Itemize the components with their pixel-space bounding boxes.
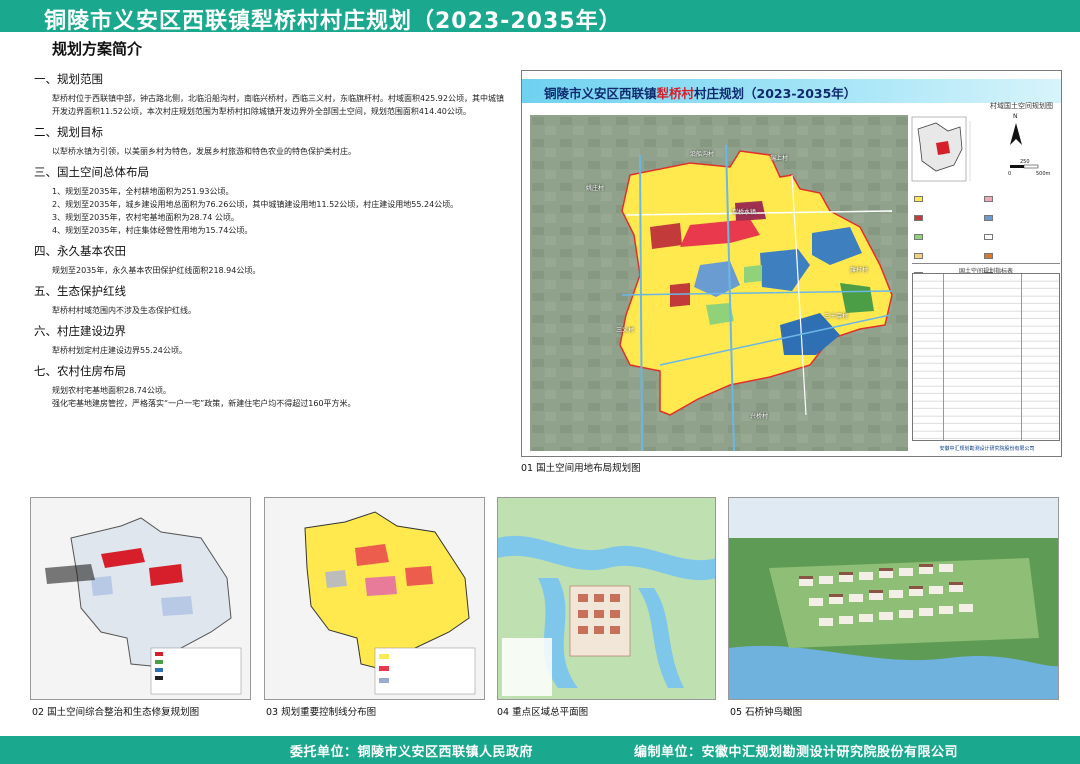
land-use-map-canvas: 沿船沟村 瑞上村 姚庄村 旗杆村 三义村 兴桥村 犁桥水镇 三十亩村 bbox=[530, 115, 908, 451]
legend-swatch bbox=[914, 196, 923, 202]
section-heading: 三、国土空间总体布局 bbox=[34, 165, 149, 179]
legend-swatch bbox=[914, 234, 923, 240]
legend-item bbox=[984, 214, 1054, 223]
section-body: 犁桥村位于西联镇中部，钟古路北侧，北临沿船沟村，南临兴桥村，西临三义村，东临旗杆… bbox=[52, 94, 504, 116]
legend-swatch bbox=[984, 234, 994, 240]
section-body: 1、规划至2035年，全村耕地面积为251.93公顷。 2、规划至2035年，城… bbox=[52, 187, 459, 235]
place-label: 沿船沟村 bbox=[690, 151, 715, 158]
section-body: 规划至2035年，永久基本农田保护红线面积218.94公顷。 bbox=[52, 266, 261, 275]
remediation-map-drawing bbox=[31, 498, 250, 699]
legend-item bbox=[914, 214, 984, 223]
legend-swatch bbox=[914, 215, 923, 221]
legend-item bbox=[914, 195, 984, 204]
land-use-map-drawing bbox=[530, 115, 908, 451]
map-footer-org: 安徽中汇规划勘测设计研究院股份有限公司 bbox=[939, 446, 1035, 452]
scale-end: 500m bbox=[1036, 171, 1051, 177]
thumb-aerial-view bbox=[728, 497, 1059, 700]
section-heading: 一、规划范围 bbox=[34, 72, 103, 86]
section-heading: 四、永久基本农田 bbox=[34, 244, 126, 258]
place-label: 姚庄村 bbox=[586, 185, 605, 192]
north-arrow-label: N bbox=[1013, 113, 1018, 120]
client-org: 委托单位：铜陵市义安区西联镇人民政府 bbox=[290, 745, 534, 760]
site-plan-drawing bbox=[498, 498, 715, 699]
section-heading: 五、生态保护红线 bbox=[34, 284, 126, 298]
footer-bar: 委托单位：铜陵市义安区西联镇人民政府 编制单位：安徽中汇规划勘测设计研究院股份有… bbox=[0, 736, 1080, 764]
map-header: 铜陵市义安区西联镇犁桥村村庄规划（2023-2035年） 村域国土空间规划图 bbox=[522, 71, 1061, 113]
title-bar: 铜陵市义安区西联镇犁桥村村庄规划（2023-2035年） bbox=[0, 0, 1080, 34]
scale-start: 0 bbox=[1008, 171, 1012, 177]
section-body: 规划农村宅基地面积28.74公顷。 强化宅基地建房管控，严格落实“一户一宅”政策… bbox=[52, 386, 356, 408]
map-title: 铜陵市义安区西联镇犁桥村村庄规划（2023-2035年） bbox=[544, 83, 856, 102]
thumb-caption: 03 规划重要控制线分布图 bbox=[266, 707, 377, 718]
scale-mid: 250 bbox=[1020, 159, 1030, 165]
place-label: 三义村 bbox=[616, 327, 635, 334]
thumb-control-lines-map bbox=[264, 497, 485, 700]
legend-swatch bbox=[984, 196, 994, 202]
legend-item bbox=[914, 252, 984, 261]
main-land-use-map: 铜陵市义安区西联镇犁桥村村庄规划（2023-2035年） 村域国土空间规划图 沿… bbox=[521, 70, 1062, 457]
intro-heading: 规划方案简介 bbox=[52, 40, 143, 58]
aerial-view-drawing bbox=[729, 498, 1058, 699]
section-heading: 六、村庄建设边界 bbox=[34, 324, 126, 338]
map-title-prefix: 铜陵市义安区西联镇 bbox=[544, 86, 657, 101]
legend-swatch bbox=[984, 215, 994, 221]
place-label: 犁桥水镇 bbox=[732, 209, 757, 216]
main-map-caption: 01 国土空间用地布局规划图 bbox=[521, 463, 641, 474]
legend-swatch bbox=[984, 253, 994, 259]
thumb-remediation-map bbox=[30, 497, 251, 700]
author-org: 编制单位：安徽中汇规划勘测设计研究院股份有限公司 bbox=[634, 745, 959, 760]
section-heading: 七、农村住房布局 bbox=[34, 364, 126, 378]
section-body: 以犁桥水镇为引领，以美丽乡村为特色，发展乡村旅游和特色农业的特色保护类村庄。 bbox=[52, 147, 356, 156]
page-title: 铜陵市义安区西联镇犁桥村村庄规划（2023-2035年） bbox=[44, 9, 622, 34]
legend-item bbox=[914, 233, 984, 242]
intro-sections: 一、规划范围犁桥村位于西联镇中部，钟古路北侧，北临沿船沟村，南临兴桥村，西临三义… bbox=[34, 71, 507, 410]
section-body: 犁桥村划定村庄建设边界55.24公顷。 bbox=[52, 346, 187, 355]
thumb-caption: 04 重点区域总平面图 bbox=[497, 707, 589, 718]
place-label: 兴桥村 bbox=[750, 413, 769, 420]
thumb-site-plan bbox=[497, 497, 716, 700]
section-heading: 二、规划目标 bbox=[34, 125, 103, 139]
place-label: 瑞上村 bbox=[770, 155, 789, 162]
place-label: 旗杆村 bbox=[850, 267, 869, 274]
place-label: 三十亩村 bbox=[824, 313, 849, 320]
legend-item bbox=[984, 195, 1054, 204]
legend-swatch bbox=[914, 253, 923, 259]
thumb-caption: 02 国土空间综合整治和生态修复规划图 bbox=[32, 707, 200, 718]
map-subtitle: 村域国土空间规划图 bbox=[990, 102, 1053, 110]
legend-item bbox=[984, 252, 1054, 261]
section-body: 犁桥村村域范围内不涉及生态保护红线。 bbox=[52, 306, 196, 315]
control-lines-map-drawing bbox=[265, 498, 484, 699]
indicator-table bbox=[912, 273, 1060, 441]
thumb-caption: 05 石桥钟鸟瞰图 bbox=[730, 707, 803, 718]
plan-intro: 规划方案简介 一、规划范围犁桥村位于西联镇中部，钟古路北侧，北临沿船沟村，南临兴… bbox=[34, 38, 507, 458]
map-title-suffix: 村庄规划（2023-2035年） bbox=[694, 86, 857, 101]
map-title-village: 犁桥村 bbox=[656, 86, 695, 101]
map-legend-panel: N 0 250 500m 国土空间规划指标表 bbox=[910, 113, 1061, 455]
legend-item bbox=[984, 233, 1054, 242]
